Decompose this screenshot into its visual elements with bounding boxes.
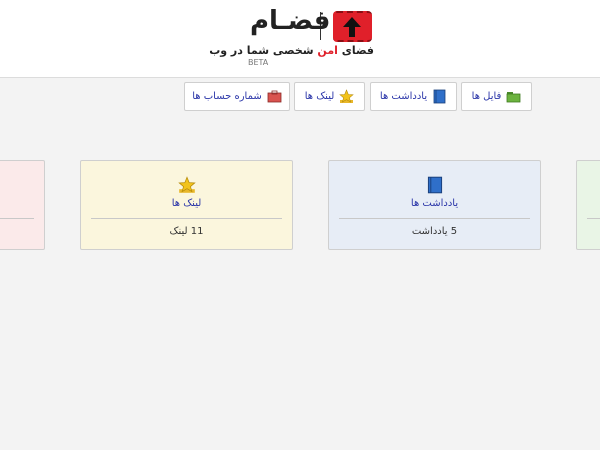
card-links-count: 11 لینک	[169, 226, 204, 237]
brand-name[interactable]: فضـام	[250, 6, 330, 36]
tagline-prefix: فضای	[337, 44, 374, 57]
card-divider	[339, 218, 530, 219]
card-partial-right[interactable]	[576, 160, 600, 250]
tab-notes-label: یادداشت ها	[379, 91, 428, 102]
folder-icon	[506, 89, 521, 104]
card-divider	[0, 218, 34, 219]
upload-logo-icon[interactable]	[333, 11, 372, 42]
tagline: فضای امن شخصی شما در وب	[209, 44, 374, 57]
tab-links[interactable]: لینک ها	[294, 82, 365, 111]
tab-files[interactable]: فایل ها	[461, 82, 532, 111]
card-partial-left[interactable]	[0, 160, 45, 250]
card-divider	[587, 218, 600, 219]
card-links-title[interactable]: لینک ها	[81, 198, 292, 209]
tab-accounts[interactable]: شماره حساب ها	[184, 82, 290, 111]
tab-notes[interactable]: یادداشت ها	[370, 82, 457, 111]
card-notes[interactable]: یادداشت ها 5 یادداشت	[328, 160, 541, 250]
card-notes-count: 5 یادداشت	[411, 226, 458, 237]
tab-accounts-label: شماره حساب ها	[192, 91, 262, 102]
tab-files-label: فایل ها	[471, 91, 502, 102]
site-header: فضـام فضای امن شخصی شما در وب BETA	[0, 0, 600, 78]
card-divider	[91, 218, 282, 219]
star-icon	[177, 176, 196, 194]
card-notes-title[interactable]: یادداشت ها	[329, 198, 540, 209]
beta-label: BETA	[248, 58, 269, 67]
wallet-icon	[267, 89, 282, 104]
notebook-icon	[426, 176, 444, 194]
tab-links-label: لینک ها	[304, 91, 335, 102]
card-links[interactable]: لینک ها 11 لینک	[80, 160, 293, 250]
tagline-suffix: شخصی شما در وب	[209, 44, 318, 57]
tagline-accent: امن	[317, 44, 338, 57]
notebook-icon	[432, 89, 447, 104]
star-icon	[339, 89, 355, 104]
